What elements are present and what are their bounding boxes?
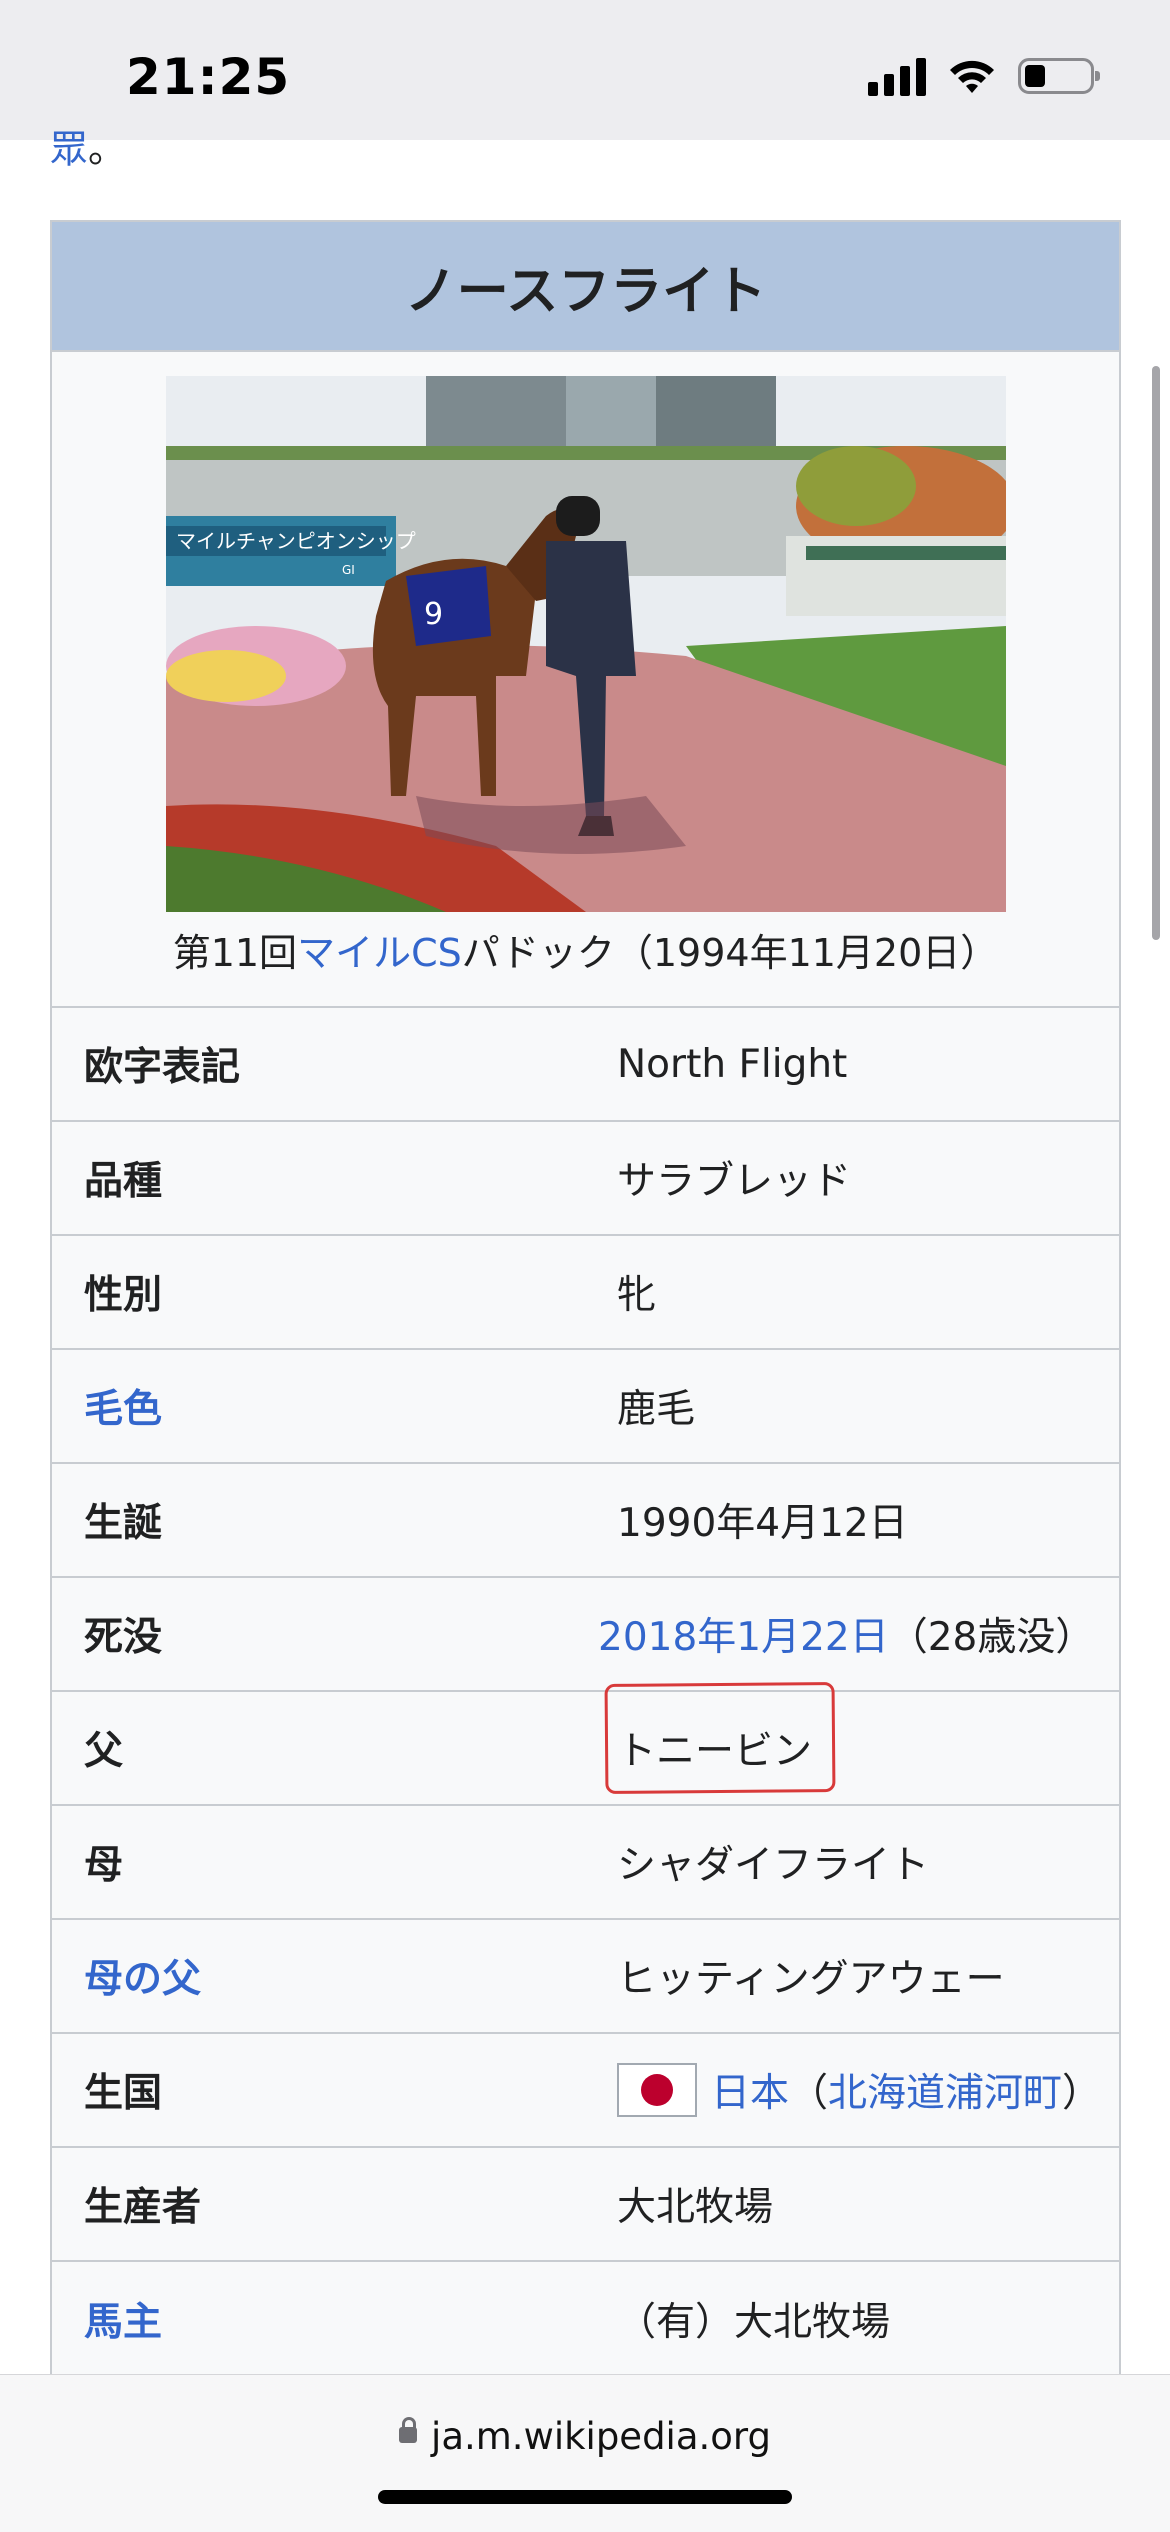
breeder-value: 大北牧場 [617,2185,774,2230]
row-death: 死没 2018年1月22日 （28歳没） [52,1578,1119,1692]
caption-link-mile-cs[interactable]: マイルCS [297,931,462,975]
address-bar[interactable]: ja.m.wikipedia.org [0,2415,1170,2458]
status-time: 21:25 [126,48,291,106]
row-sex: 性別 牝 [52,1236,1119,1350]
town-link[interactable]: 北海道浦河町 [828,2062,1062,2118]
owner-label-link[interactable]: 馬主 [84,2262,162,2376]
open-paren: （ [789,2071,829,2116]
row-breed: 品種 サラブレッド [52,1122,1119,1236]
row-label: 欧字表記 [84,1045,241,1090]
home-indicator[interactable] [378,2490,792,2504]
infobox-title: ノースフライト [52,222,1119,352]
row-label: 母 [84,1843,124,1888]
country-link[interactable]: 日本 [711,2062,789,2118]
japan-flag-icon [617,2063,697,2117]
death-date-link[interactable]: 2018年1月22日 [598,1606,889,1662]
breed-link[interactable]: サラブレッド [617,1122,851,1234]
row-coat: 毛色 鹿毛 [52,1350,1119,1464]
browser-bottom-bar: ja.m.wikipedia.org [0,2374,1170,2532]
saddle-cloth-number: 9 [424,597,443,632]
row-breeder: 生産者 大北牧場 [52,2148,1119,2262]
wifi-icon [950,60,994,93]
row-damsire: 母の父 ヒッティングアウェー [52,1920,1119,2034]
row-label: 生国 [84,2071,163,2116]
row-label: 品種 [84,1159,163,1204]
row-label: 性別 [84,1273,163,1318]
infobox: ノースフライト マイルチャンピオンシップ GI 9 第11回マイルCSパドック（… [50,220,1121,2378]
row-birth: 生誕 1990年4月12日 [52,1464,1119,1578]
row-owner: 馬主 （有）大北牧場 [52,2262,1119,2376]
row-name-latin: 欧字表記 North Flight [52,1008,1119,1122]
damsire-value: ヒッティングアウェー [617,1957,1005,2002]
birth-date-link[interactable]: 1990年4月12日 [617,1464,908,1576]
clipped-article-text: 眾。 [50,118,126,173]
death-age: （28歳没） [888,1615,1095,1660]
row-value: North Flight [617,1041,848,1087]
row-label: 死没 [84,1615,163,1660]
url-text: ja.m.wikipedia.org [431,2415,771,2458]
close-paren: ） [1062,2071,1102,2116]
cellular-signal-icon [868,56,926,96]
horse-photo[interactable]: マイルチャンピオンシップ GI 9 [166,376,1006,912]
coat-link[interactable]: 鹿毛 [617,1350,695,1462]
row-sire: 父 トニービン [52,1692,1119,1806]
caption-suffix: パドック（1994年11月20日） [461,931,999,975]
damsire-label-link[interactable]: 母の父 [84,1920,201,2032]
row-label: 生誕 [84,1501,163,1546]
sex-link[interactable]: 牝 [617,1236,656,1348]
infobox-image-cell: マイルチャンピオンシップ GI 9 第11回マイルCSパドック（1994年11月… [52,352,1119,1008]
caption-prefix: 第11回 [172,931,298,975]
clipped-tail: 。 [88,127,127,171]
lock-icon [399,2416,418,2443]
status-bar: 21:25 [0,0,1170,140]
row-label: 生産者 [84,2185,202,2230]
image-caption: 第11回マイルCSパドック（1994年11月20日） [52,922,1119,977]
row-label: 父 [84,1729,124,1774]
clipped-link[interactable]: 眾 [50,127,88,171]
red-annotation-box [604,1681,836,1795]
owner-value: （有）大北牧場 [617,2300,891,2345]
country-value: 日本（北海道浦河町） [617,2034,1101,2146]
battery-icon [1018,58,1100,94]
coat-label-link[interactable]: 毛色 [84,1350,162,1462]
row-dam: 母 シャダイフライト [52,1806,1119,1920]
dam-value: シャダイフライト [617,1843,930,1888]
banner-text: マイルチャンピオンシップ [176,529,416,553]
status-icons [868,56,1100,96]
scrollbar[interactable] [1152,366,1160,940]
death-value: 2018年1月22日 （28歳没） [598,1578,1094,1690]
row-country: 生国 日本（北海道浦河町） [52,2034,1119,2148]
paddock-illustration: マイルチャンピオンシップ GI 9 [166,376,1006,912]
banner-grade: GI [342,563,355,577]
